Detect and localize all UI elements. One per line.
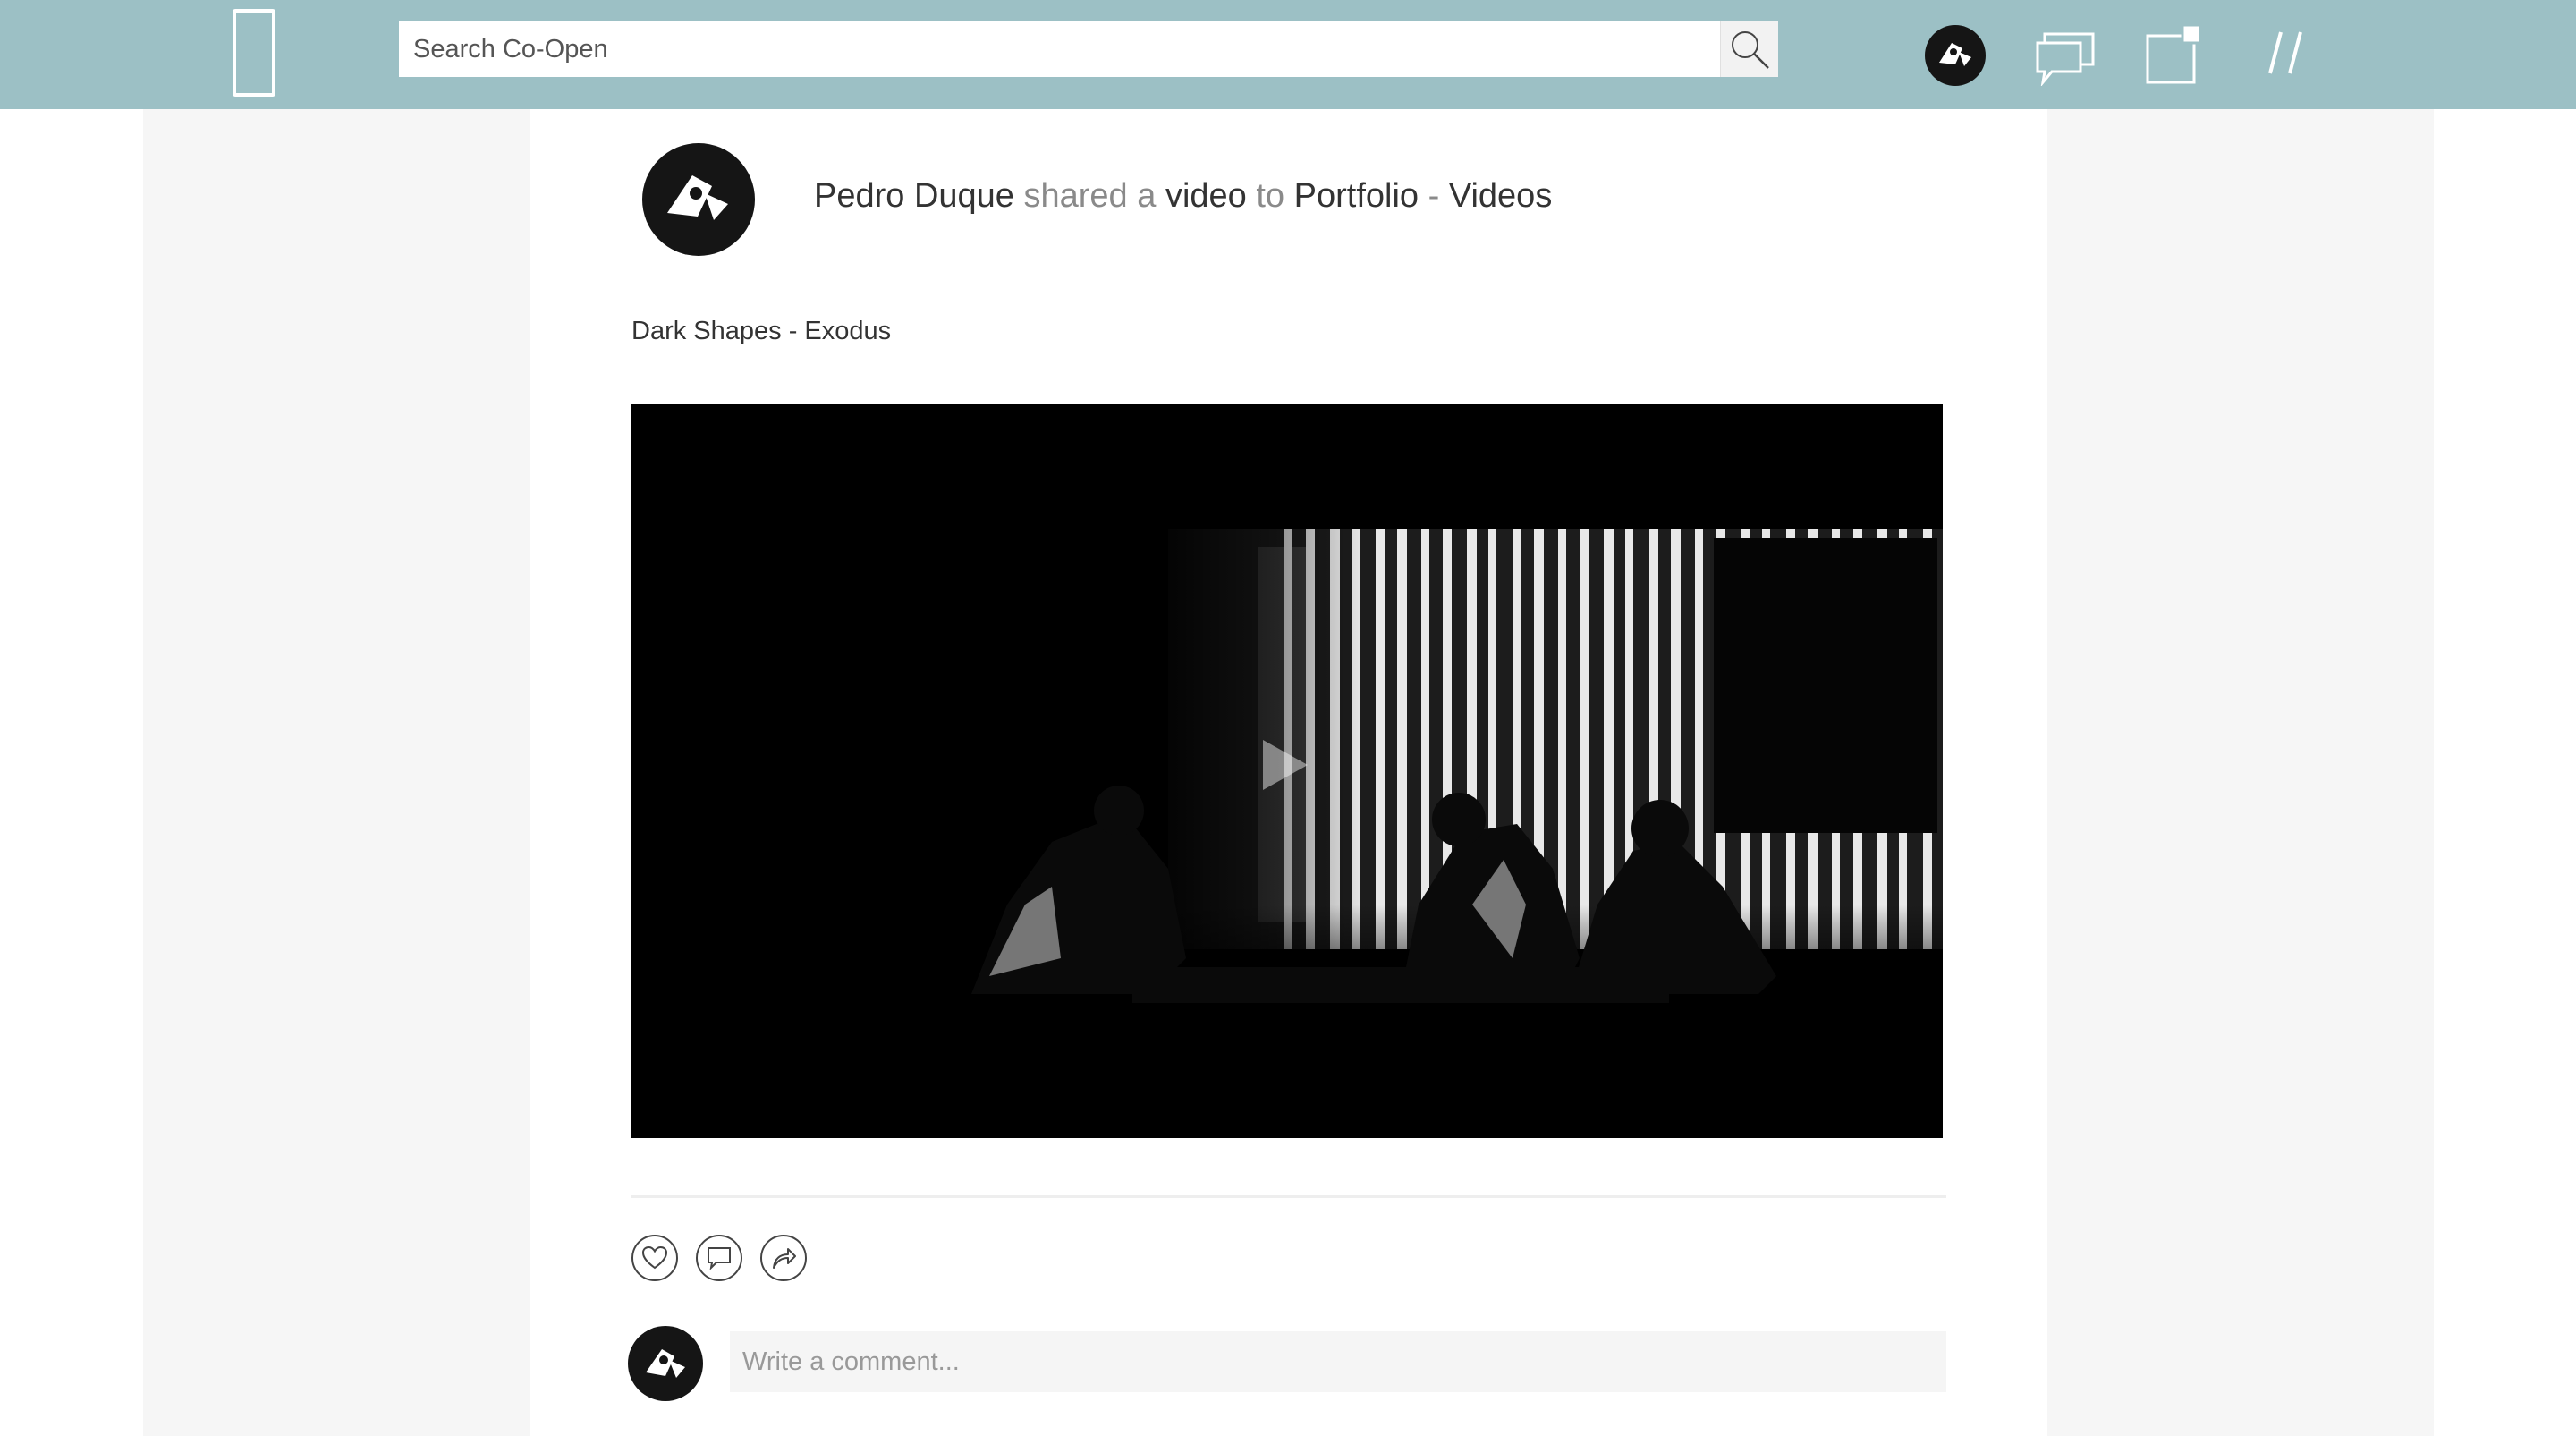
projection-stripe (1580, 529, 1589, 949)
new-post-icon (2146, 23, 2202, 84)
content-type-link[interactable]: video (1165, 177, 1247, 215)
commenter-avatar (628, 1326, 703, 1401)
user-avatar[interactable] (1925, 25, 1986, 86)
comment-button[interactable] (696, 1235, 742, 1281)
like-button[interactable] (631, 1235, 678, 1281)
logo-icon[interactable] (233, 9, 275, 97)
author-name-link[interactable]: Pedro Duque (814, 177, 1014, 215)
search-input[interactable] (399, 21, 1721, 77)
projection-stripe (1376, 529, 1385, 949)
menu-button[interactable] (2261, 25, 2315, 81)
post-title: Dark Shapes - Exodus (631, 317, 892, 345)
new-post-button[interactable] (2145, 23, 2202, 84)
right-sidebar (2047, 109, 2434, 1436)
search-bar (399, 21, 1778, 77)
search-button[interactable] (1720, 21, 1778, 77)
projection-stripe (1558, 529, 1566, 949)
avatar-logo-icon (646, 1349, 685, 1378)
heart-icon (641, 1245, 668, 1270)
comment-input[interactable] (730, 1331, 1946, 1392)
to-preposition: to (1256, 177, 1285, 215)
left-sidebar (143, 109, 530, 1436)
header-separator: - (1428, 177, 1440, 215)
avatar-logo-icon (667, 175, 728, 220)
search-icon (1732, 31, 1769, 69)
share-icon (773, 1248, 796, 1269)
shared-verb: shared a (1023, 177, 1157, 215)
menu-icon (2268, 31, 2302, 74)
collection-link[interactable]: Videos (1449, 177, 1553, 215)
projection-stripe (1421, 529, 1429, 949)
portfolio-link[interactable]: Portfolio (1294, 177, 1419, 215)
comment-icon (708, 1247, 731, 1270)
play-icon[interactable] (1258, 736, 1311, 794)
share-button[interactable] (760, 1235, 807, 1281)
post-header: Pedro Duque shared a video to Portfolio … (814, 174, 1552, 218)
projection-stripe (1397, 529, 1407, 949)
messages-button[interactable] (2034, 30, 2097, 88)
author-avatar[interactable] (642, 143, 755, 256)
messages-icon (2036, 32, 2095, 88)
video-player[interactable] (631, 404, 1943, 1138)
comment-box (730, 1331, 1946, 1392)
top-nav-bar (0, 0, 2576, 109)
avatar-logo-icon (1939, 43, 1971, 66)
post-divider (631, 1195, 1946, 1198)
